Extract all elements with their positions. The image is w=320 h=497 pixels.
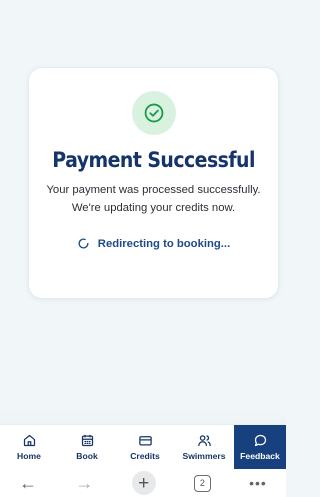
forward-arrow-icon[interactable]: →	[75, 473, 93, 494]
redirect-label: Redirecting to booking...	[97, 237, 231, 250]
back-arrow-icon[interactable]: ←	[19, 473, 37, 494]
redirect-status: Redirecting to booking...	[77, 237, 230, 250]
page-title: Payment Successful	[52, 148, 255, 172]
success-badge	[131, 91, 176, 135]
new-tab-plus-icon[interactable]: +	[131, 471, 156, 495]
payment-success-page: Payment Successful Your payment was proc…	[0, 0, 286, 497]
check-circle-icon	[144, 103, 163, 123]
nav-label-book: Book	[76, 451, 98, 461]
users-icon	[197, 435, 211, 447]
nav-item-swimmers[interactable]: Swimmers	[174, 425, 234, 469]
payment-status-card: Payment Successful Your payment was proc…	[28, 67, 279, 299]
home-icon	[23, 434, 35, 447]
nav-item-book[interactable]: Book	[58, 425, 116, 469]
nav-item-home[interactable]: Home	[0, 425, 58, 469]
status-message: Your payment was processed successfully.…	[46, 184, 261, 214]
tab-count-button[interactable]: 2	[193, 474, 211, 492]
browser-toolbar: ← → + 2 •••	[0, 469, 286, 497]
more-menu-icon[interactable]: •••	[249, 475, 267, 491]
nav-shadow	[0, 410, 286, 424]
nav-item-feedback[interactable]: Feedback	[234, 425, 286, 469]
chat-bubble-icon	[254, 434, 266, 447]
nav-label-credits: Credits	[130, 451, 160, 461]
nav-label-home: Home	[17, 451, 41, 461]
bottom-navigation: Home Book Credits Swimmers Feedback	[0, 424, 286, 469]
nav-label-feedback: Feedback	[240, 451, 280, 461]
nav-label-swimmers: Swimmers	[182, 451, 226, 461]
credit-card-icon	[138, 436, 152, 446]
spinner-icon	[78, 238, 89, 249]
calendar-icon	[81, 434, 93, 447]
nav-item-credits[interactable]: Credits	[116, 425, 174, 469]
